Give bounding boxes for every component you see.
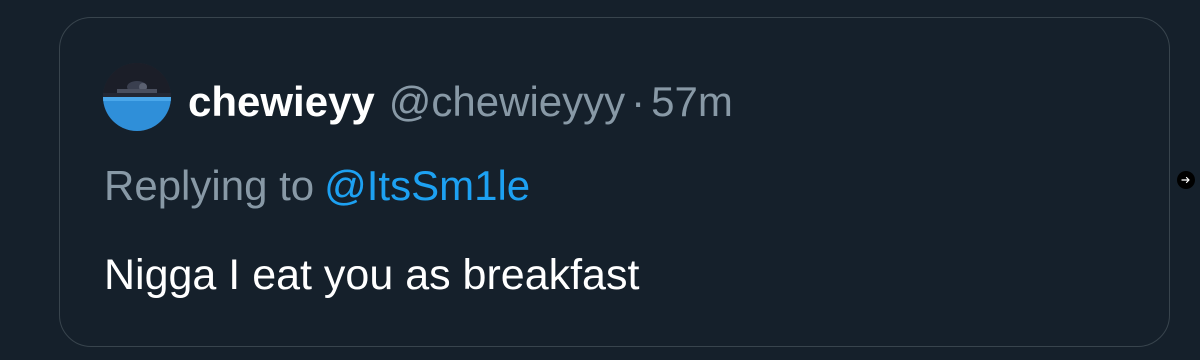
replying-to-line: Replying to @ItsSm1le <box>104 156 530 216</box>
page: chewieyy @chewieyyy · 57m Replying to @It… <box>0 0 1200 360</box>
avatar[interactable] <box>103 63 171 131</box>
next-button[interactable] <box>1177 171 1195 189</box>
avatar-image <box>103 63 171 131</box>
replying-to-mention[interactable]: @ItsSm1le <box>324 162 530 209</box>
replying-to-label: Replying to <box>104 162 315 209</box>
display-name[interactable]: chewieyy <box>188 72 375 132</box>
tweet-header: chewieyy @chewieyyy · 57m <box>188 72 733 132</box>
user-handle[interactable]: @chewieyyy <box>389 72 625 132</box>
arrow-right-icon <box>1181 176 1190 184</box>
separator-dot: · <box>631 78 646 125</box>
tweet-text: Nigga I eat you as breakfast <box>104 251 640 299</box>
timestamp[interactable]: 57m <box>651 72 733 132</box>
